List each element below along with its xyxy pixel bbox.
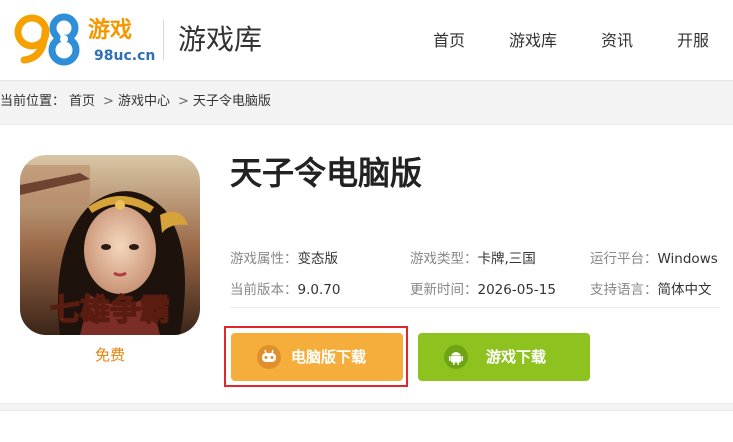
next-section-strip: [0, 410, 733, 442]
logo-98-icon: [14, 13, 80, 66]
android-icon: [444, 345, 468, 369]
game-download-button[interactable]: 游戏下载: [418, 333, 590, 381]
breadcrumb-current[interactable]: 天子令电脑版: [193, 94, 271, 109]
game-detail-card: 七雄争霸 免费 天子令电脑版 游戏属性：变态版 游戏类型：卡牌,三国 运行平台：…: [0, 124, 733, 404]
nav-item-game-library[interactable]: 游戏库: [509, 30, 557, 52]
info-updated: 更新时间：2026-05-15: [410, 282, 556, 298]
nav-item-home[interactable]: 首页: [433, 30, 465, 52]
game-icon[interactable]: 七雄争霸: [20, 155, 200, 335]
game-icon-art: 七雄争霸: [20, 155, 200, 335]
logo-domain: 98uc.cn: [94, 48, 156, 64]
header-divider: [163, 20, 164, 60]
game-icon-art-text: 七雄争霸: [50, 293, 170, 328]
breadcrumb-home[interactable]: 首页: [69, 94, 95, 109]
gamepad-icon: [257, 345, 281, 369]
breadcrumb-game-center[interactable]: 游戏中心: [118, 94, 170, 109]
nav-item-server-open[interactable]: 开服: [677, 30, 709, 52]
info-version: 当前版本：9.0.70: [230, 282, 341, 298]
nav-item-news[interactable]: 资讯: [601, 30, 633, 52]
breadcrumb: 当前位置： 首页 > 游戏中心 > 天子令电脑版: [0, 92, 275, 112]
info-type: 游戏类型：卡牌,三国: [410, 251, 536, 267]
info-platform: 运行平台：Windows: [590, 251, 718, 267]
info-language: 支持语言：简体中文: [590, 282, 712, 298]
breadcrumb-separator: >: [103, 94, 114, 109]
price-label: 免费: [94, 346, 125, 364]
game-download-label: 游戏下载: [486, 348, 547, 366]
site-header: 游戏 98uc.cn 游戏库 首页 游戏库 资讯 开服: [0, 0, 733, 81]
site-logo[interactable]: 游戏 98uc.cn: [12, 10, 155, 68]
breadcrumb-prefix: 当前位置：: [0, 94, 66, 109]
info-attribute: 游戏属性：变态版: [230, 251, 338, 267]
pc-download-label: 电脑版下载: [291, 348, 367, 366]
breadcrumb-separator: >: [177, 94, 189, 109]
info-divider: [230, 307, 720, 308]
logo-text: 游戏: [88, 18, 133, 43]
pc-download-button[interactable]: 电脑版下载: [231, 333, 403, 381]
section-title: 游戏库: [178, 23, 263, 56]
game-title: 天子令电脑版: [230, 154, 423, 192]
